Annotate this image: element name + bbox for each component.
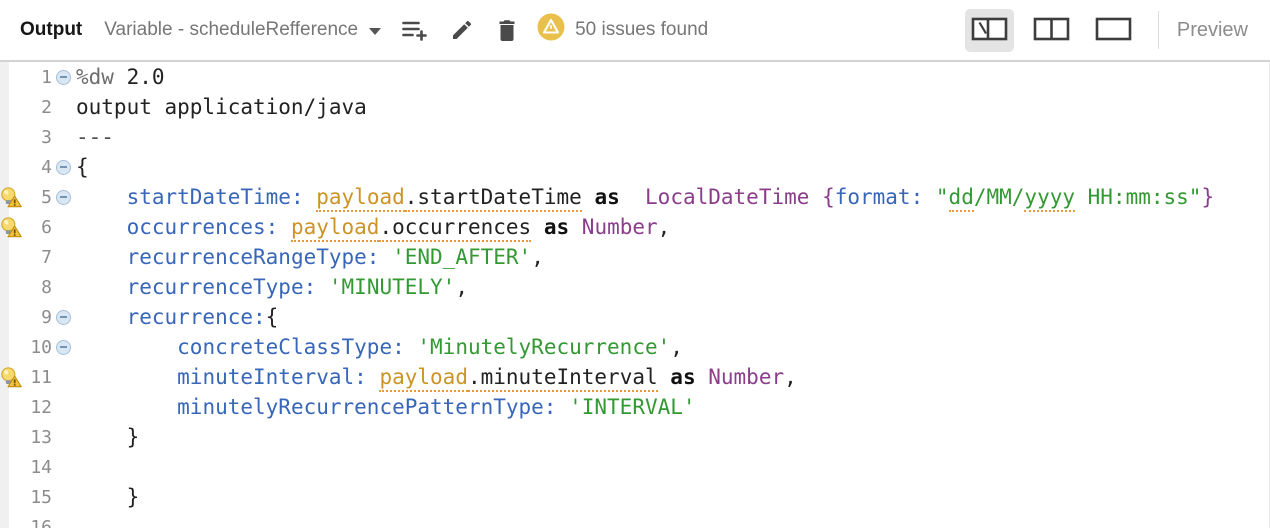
code-line: 13 } [0, 422, 1269, 452]
warning-quickfix-icon[interactable] [0, 215, 24, 239]
code-lines-container: 1%dw 2.02output application/java3---4{ 5… [0, 62, 1269, 528]
variable-selector-label: Variable - scheduleRefference [104, 19, 358, 41]
layout-toggle-single-pane[interactable] [1089, 9, 1138, 52]
fold-collapse-icon[interactable] [52, 160, 76, 175]
code-line: 4{ [0, 152, 1269, 182]
fold-collapse-icon[interactable] [52, 70, 76, 85]
code-text[interactable]: --- [76, 125, 114, 149]
line-number: 2 [24, 97, 52, 118]
toolbar-divider [1158, 11, 1159, 49]
fold-collapse-icon[interactable] [52, 340, 76, 355]
line-number: 1 [24, 67, 52, 88]
line-number: 11 [24, 367, 52, 388]
marker-gutter [0, 245, 24, 269]
code-line: 5 startDateTime: payload.startDateTime a… [0, 182, 1269, 212]
line-number: 10 [24, 337, 52, 358]
edit-button[interactable] [448, 16, 476, 44]
marker-gutter [0, 95, 24, 119]
code-line: 7 recurrenceRangeType: 'END_AFTER', [0, 242, 1269, 272]
line-number: 8 [24, 277, 52, 298]
trash-icon [496, 18, 518, 42]
warning-quickfix-icon[interactable] [0, 185, 24, 209]
issues-count-label: 50 issues found [575, 19, 708, 41]
code-line: 6 occurrences: payload.occurrences as Nu… [0, 212, 1269, 242]
code-line: 10 concreteClassType: 'MinutelyRecurrenc… [0, 332, 1269, 362]
line-number: 5 [24, 187, 52, 208]
code-line: 1 %dw 2.0 [0, 62, 1269, 92]
code-text[interactable]: recurrenceRangeType: 'END_AFTER', [76, 245, 544, 269]
code-text[interactable]: %dw 2.0 [76, 65, 165, 89]
line-number: 4 [24, 157, 52, 178]
delete-button[interactable] [494, 16, 520, 44]
code-line: 2 output application/java [0, 92, 1269, 122]
layout-toggle-two-columns[interactable] [1027, 9, 1076, 52]
fold-collapse-icon[interactable] [52, 190, 76, 205]
panel-title: Output [20, 19, 82, 41]
code-text[interactable]: } [76, 485, 139, 509]
line-number: 9 [24, 307, 52, 328]
pencil-icon [450, 18, 474, 42]
code-line: 9 recurrence:{ [0, 302, 1269, 332]
line-number: 7 [24, 247, 52, 268]
line-number: 3 [24, 127, 52, 148]
warning-quickfix-icon[interactable] [0, 365, 24, 389]
code-line: 14 [0, 452, 1269, 482]
marker-gutter [0, 335, 24, 359]
marker-gutter [0, 65, 24, 89]
marker-gutter [0, 275, 24, 299]
chevron-down-icon [369, 28, 381, 35]
output-toolbar: Output Variable - scheduleRefference [0, 0, 1270, 62]
marker-gutter [0, 425, 24, 449]
code-line: 8 recurrenceType: 'MINUTELY', [0, 272, 1269, 302]
code-text[interactable]: recurrenceType: 'MINUTELY', [76, 275, 468, 299]
line-number: 15 [24, 487, 52, 508]
layout-toggle-split-script[interactable] [965, 9, 1014, 52]
marker-gutter [0, 305, 24, 329]
code-text[interactable]: concreteClassType: 'MinutelyRecurrence', [76, 335, 683, 359]
code-line: 16 [0, 512, 1269, 528]
marker-gutter [0, 485, 24, 509]
preview-label: Preview [1177, 19, 1248, 42]
code-line: 15 } [0, 482, 1269, 512]
line-number: 12 [24, 397, 52, 418]
code-text[interactable]: recurrence:{ [76, 305, 278, 329]
single-pane-layout-icon [1095, 17, 1132, 44]
marker-gutter [0, 155, 24, 179]
split-script-layout-icon [971, 17, 1008, 44]
variable-selector-dropdown[interactable]: Variable - scheduleRefference [104, 19, 381, 41]
line-number: 14 [24, 457, 52, 478]
marker-gutter [0, 125, 24, 149]
issues-indicator[interactable]: 50 issues found [536, 12, 708, 48]
add-to-list-icon [401, 18, 428, 42]
add-target-button[interactable] [399, 16, 430, 44]
code-text[interactable]: startDateTime: payload.startDateTime as … [76, 185, 1214, 209]
marker-gutter [0, 455, 24, 479]
two-columns-layout-icon [1033, 17, 1070, 44]
line-number: 6 [24, 217, 52, 238]
line-number: 16 [24, 517, 52, 529]
dataweave-code-editor[interactable]: 1%dw 2.02output application/java3---4{ 5… [0, 62, 1270, 528]
code-line: 3 --- [0, 122, 1269, 152]
code-text[interactable]: minutelyRecurrencePatternType: 'INTERVAL… [76, 395, 696, 419]
fold-collapse-icon[interactable] [52, 310, 76, 325]
code-text[interactable]: } [76, 425, 139, 449]
line-number: 13 [24, 427, 52, 448]
code-text[interactable]: minuteInterval: payload.minuteInterval a… [76, 365, 797, 389]
code-line: 11 minuteInterval: payload.minuteInterva… [0, 362, 1269, 392]
marker-gutter [0, 515, 24, 528]
warning-icon [536, 12, 566, 48]
code-line: 12 minutelyRecurrencePatternType: 'INTER… [0, 392, 1269, 422]
code-text[interactable]: occurrences: payload.occurrences as Numb… [76, 215, 670, 239]
code-text[interactable]: { [76, 155, 89, 179]
marker-gutter [0, 395, 24, 419]
code-text[interactable]: output application/java [76, 95, 367, 119]
layout-toggle-group [965, 9, 1138, 52]
